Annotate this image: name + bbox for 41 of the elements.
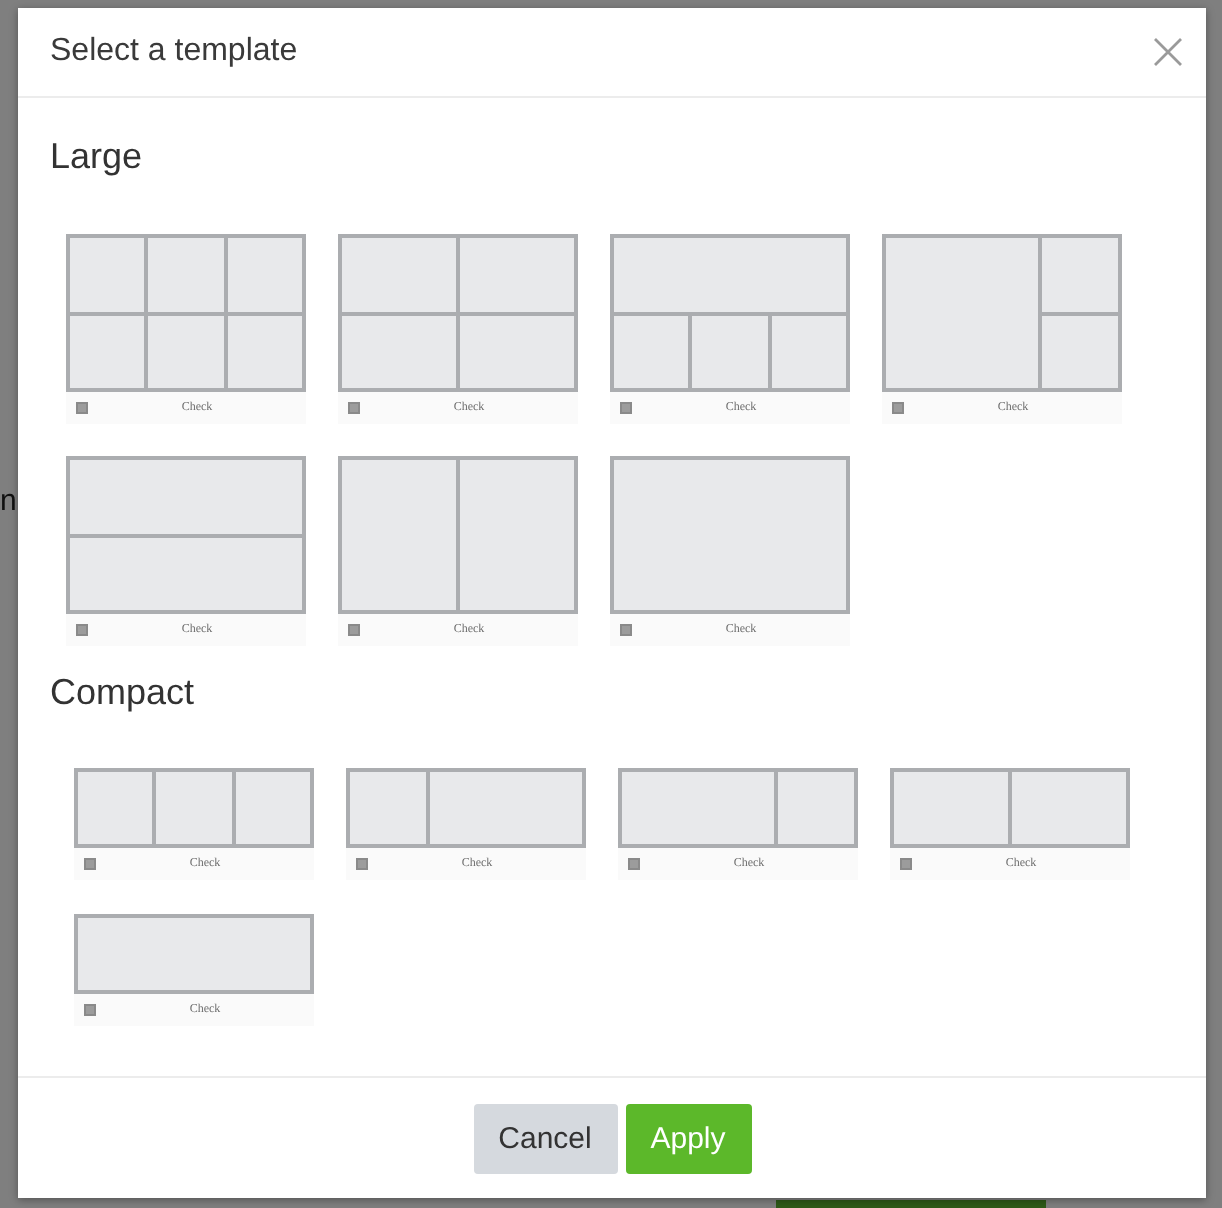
layout-pane bbox=[771, 315, 846, 388]
square-icon bbox=[628, 858, 640, 870]
layout-pane bbox=[460, 238, 574, 311]
layout-pane bbox=[148, 315, 224, 388]
layout-pane bbox=[1042, 315, 1118, 388]
square-icon bbox=[348, 624, 360, 636]
section-title: Compact bbox=[50, 670, 195, 714]
close-button[interactable] bbox=[1152, 36, 1184, 68]
layout-pane bbox=[78, 772, 153, 844]
layout-pane bbox=[342, 238, 456, 311]
layout-pane bbox=[227, 315, 302, 388]
layout-pane bbox=[70, 238, 145, 311]
layout-pane bbox=[350, 772, 426, 844]
square-icon bbox=[76, 624, 88, 636]
layout-pane bbox=[894, 772, 1008, 844]
section-title: Large bbox=[50, 134, 143, 178]
layout-pane bbox=[227, 238, 302, 311]
square-icon bbox=[84, 1004, 96, 1016]
layout-pane bbox=[614, 315, 689, 388]
cancel-button[interactable]: Cancel bbox=[473, 1103, 617, 1173]
square-icon bbox=[84, 858, 96, 870]
square-icon bbox=[76, 402, 88, 414]
backdrop-text: n bbox=[0, 484, 17, 520]
square-icon bbox=[356, 858, 368, 870]
close-icon bbox=[1154, 38, 1182, 66]
layout-pane bbox=[70, 315, 145, 388]
square-icon bbox=[620, 624, 632, 636]
layout-pane bbox=[235, 772, 310, 844]
layout-pane bbox=[692, 315, 768, 388]
layout-pane bbox=[1012, 772, 1126, 844]
square-icon bbox=[620, 402, 632, 414]
layout-pane bbox=[460, 315, 574, 388]
layout-pane bbox=[1042, 238, 1118, 311]
dialog-title: Select a template bbox=[50, 34, 298, 70]
square-icon bbox=[900, 858, 912, 870]
layout-pane bbox=[156, 772, 232, 844]
layout-pane bbox=[148, 238, 224, 311]
layout-pane bbox=[778, 772, 854, 844]
square-icon bbox=[892, 402, 904, 414]
layout-pane bbox=[342, 315, 456, 388]
square-icon bbox=[348, 402, 360, 414]
